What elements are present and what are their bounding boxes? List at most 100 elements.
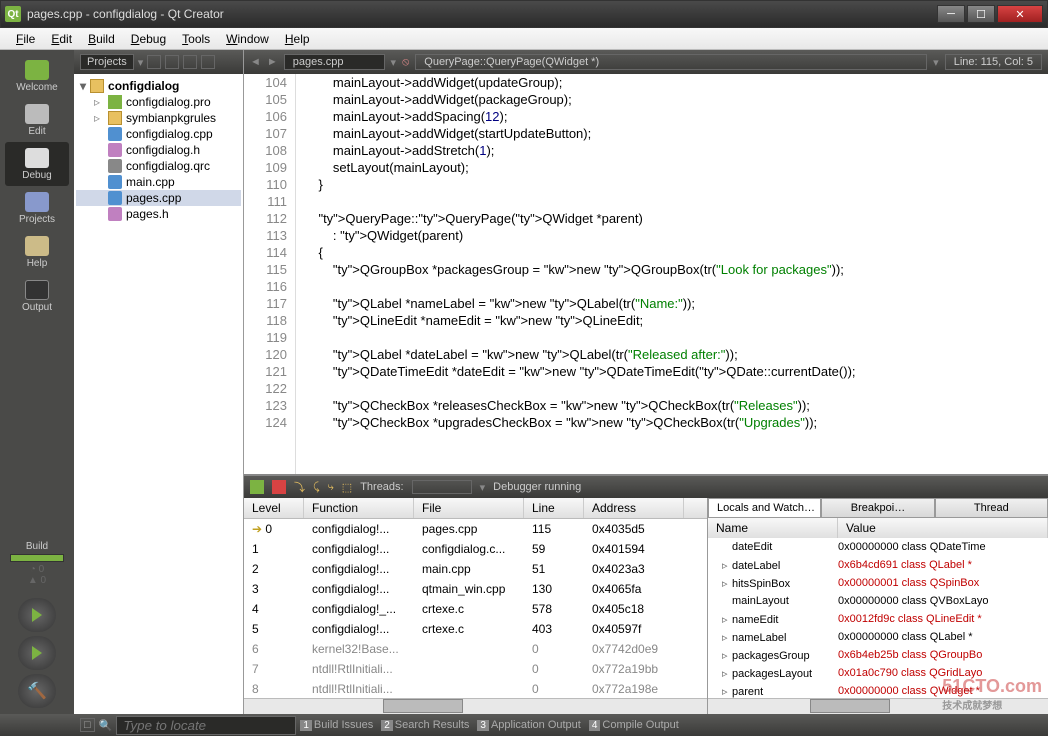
thread-selector[interactable] (412, 480, 472, 494)
step-into-icon[interactable]: ⤹ (313, 481, 320, 494)
locals-rows[interactable]: dateEdit0x00000000 class QDateTime▹dateL… (708, 538, 1048, 698)
menu-edit[interactable]: Edit (43, 30, 80, 48)
menubar: FileEditBuildDebugToolsWindowHelp (0, 28, 1048, 50)
locals-tabs: Locals and Watch…Breakpoi…Thread (708, 498, 1048, 518)
nav-back-icon[interactable]: ◄ (250, 56, 261, 68)
debug-run-button[interactable] (18, 636, 56, 670)
window-title: pages.cpp - configdialog - Qt Creator (27, 7, 937, 21)
menu-window[interactable]: Window (218, 30, 277, 48)
stack-frame[interactable]: 2configdialog!...main.cpp510x4023a3 (244, 559, 707, 579)
stop-icon[interactable] (272, 480, 286, 494)
window-controls: ─ ☐ ✕ (937, 5, 1043, 23)
stack-scrollbar[interactable] (244, 698, 707, 714)
mode-welcome[interactable]: Welcome (5, 54, 69, 98)
projects-selector[interactable]: Projects (80, 54, 134, 70)
tree-item[interactable]: pages.cpp (76, 190, 241, 206)
col-file[interactable]: File (414, 498, 524, 518)
line-gutter[interactable]: 1041051061071081091101111121131141151161… (244, 74, 296, 474)
locals-tab[interactable]: Thread (935, 498, 1048, 518)
titlebar: Qt pages.cpp - configdialog - Qt Creator… (0, 0, 1048, 28)
tree-item[interactable]: configdialog.cpp (76, 126, 241, 142)
output-pane-number[interactable]: 3 (477, 720, 489, 731)
stack-frame[interactable]: 1configdialog!...configdialog.c...590x40… (244, 539, 707, 559)
run-button[interactable] (18, 598, 56, 632)
menu-build[interactable]: Build (80, 30, 123, 48)
output-pane-application-output[interactable]: Application Output (491, 719, 581, 731)
stack-rows[interactable]: ➔ 0configdialog!...pages.cpp1150x4035d51… (244, 519, 707, 698)
locals-tab[interactable]: Locals and Watch… (708, 498, 821, 518)
output-pane-number[interactable]: 4 (589, 720, 601, 731)
variable-row[interactable]: ▹nameLabel0x00000000 class QLabel * (708, 628, 1048, 646)
tree-item[interactable]: pages.h (76, 206, 241, 222)
output-pane-search-results[interactable]: Search Results (395, 719, 470, 731)
variable-row[interactable]: ▹dateLabel0x6b4cd691 class QLabel * (708, 556, 1048, 574)
symbol-breadcrumb[interactable]: QueryPage::QueryPage(QWidget *) (415, 54, 927, 70)
mode-debug[interactable]: Debug (5, 142, 69, 186)
app-icon: Qt (5, 6, 21, 22)
open-file-selector[interactable]: pages.cpp (284, 54, 385, 70)
nav-forward-icon[interactable]: ► (267, 56, 278, 68)
code-editor[interactable]: 1041051061071081091101111121131141151161… (244, 74, 1048, 474)
stack-frame[interactable]: ➔ 0configdialog!...pages.cpp1150x4035d5 (244, 519, 707, 539)
minimize-button[interactable]: ─ (937, 5, 965, 23)
output-pane-compile-output[interactable]: Compile Output (602, 719, 678, 731)
stack-frame[interactable]: 7ntdll!RtlInitiali...00x772a19bb (244, 659, 707, 679)
mode-projects[interactable]: Projects (5, 186, 69, 230)
build-button[interactable]: 🔨 (18, 674, 56, 708)
maximize-button[interactable]: ☐ (967, 5, 995, 23)
close-panel-icon[interactable] (201, 55, 215, 69)
col-level[interactable]: Level (244, 498, 304, 518)
toggle-sidebar-icon[interactable]: □ (80, 718, 95, 732)
stack-frame[interactable]: 3configdialog!...qtmain_win.cpp1300x4065… (244, 579, 707, 599)
output-pane-number[interactable]: 2 (381, 720, 393, 731)
tree-item[interactable]: ▹ configdialog.pro (76, 94, 241, 110)
mode-output[interactable]: Output (5, 274, 69, 318)
locals-tab[interactable]: Breakpoi… (821, 498, 934, 518)
col-function[interactable]: Function (304, 498, 414, 518)
tree-item[interactable]: ▹ symbianpkgrules (76, 110, 241, 126)
stack-frame[interactable]: 4configdialog!_...crtexe.c5780x405c18 (244, 599, 707, 619)
step-over-icon[interactable]: ⤵ (294, 479, 305, 495)
debug-status: Debugger running (493, 481, 581, 493)
variable-row[interactable]: ▹parent0x00000000 class QWidget * (708, 682, 1048, 698)
step-out-icon[interactable]: ⤷ (328, 481, 334, 494)
tree-item[interactable]: configdialog.h (76, 142, 241, 158)
menu-tools[interactable]: Tools (174, 30, 218, 48)
locals-scrollbar[interactable] (708, 698, 1048, 714)
code-content[interactable]: mainLayout->addWidget(updateGroup); main… (296, 74, 1048, 474)
col-address[interactable]: Address (584, 498, 684, 518)
close-button[interactable]: ✕ (997, 5, 1043, 23)
variable-row[interactable]: dateEdit0x00000000 class QDateTime (708, 538, 1048, 556)
project-tree[interactable]: ▾ configdialog▹ configdialog.pro▹ symbia… (74, 74, 244, 226)
menu-file[interactable]: File (8, 30, 43, 48)
sync-icon[interactable] (165, 55, 179, 69)
tree-root[interactable]: ▾ configdialog (76, 78, 241, 94)
tree-item[interactable]: configdialog.qrc (76, 158, 241, 174)
debug-toolbar: ⤵ ⤹ ⤷ ⬚ Threads: ▾ Debugger running (244, 476, 1048, 498)
split-icon[interactable] (183, 55, 197, 69)
locator-input[interactable] (116, 716, 296, 735)
stack-frame[interactable]: 6kernel32!Base...00x7742d0e9 (244, 639, 707, 659)
variable-row[interactable]: mainLayout0x00000000 class QVBoxLayo (708, 592, 1048, 610)
stack-frame[interactable]: 8ntdll!RtlInitiali...00x772a198e (244, 679, 707, 698)
statusbar: □ 🔍 1Build Issues2Search Results3Applica… (0, 714, 1048, 736)
tree-item[interactable]: main.cpp (76, 174, 241, 190)
lock-icon[interactable]: ⦸ (402, 56, 409, 69)
output-pane-build-issues[interactable]: Build Issues (314, 719, 373, 731)
mode-edit[interactable]: Edit (5, 98, 69, 142)
variable-row[interactable]: ▹hitsSpinBox0x00000001 class QSpinBox (708, 574, 1048, 592)
cursor-position[interactable]: Line: 115, Col: 5 (945, 54, 1042, 70)
filter-icon[interactable] (147, 55, 161, 69)
menu-debug[interactable]: Debug (123, 30, 174, 48)
stack-frame[interactable]: 5configdialog!...crtexe.c4030x40597f (244, 619, 707, 639)
menu-help[interactable]: Help (277, 30, 318, 48)
mode-help[interactable]: Help (5, 230, 69, 274)
variable-row[interactable]: ▹packagesLayout0x01a0c790 class QGridLay… (708, 664, 1048, 682)
variable-row[interactable]: ▹nameEdit0x0012fd9c class QLineEdit * (708, 610, 1048, 628)
build-label: Build (4, 541, 70, 552)
col-line[interactable]: Line (524, 498, 584, 518)
step-instruction-icon[interactable]: ⬚ (342, 481, 352, 494)
output-pane-number[interactable]: 1 (300, 720, 312, 731)
variable-row[interactable]: ▹packagesGroup0x6b4eb25b class QGroupBo (708, 646, 1048, 664)
continue-icon[interactable] (250, 480, 264, 494)
